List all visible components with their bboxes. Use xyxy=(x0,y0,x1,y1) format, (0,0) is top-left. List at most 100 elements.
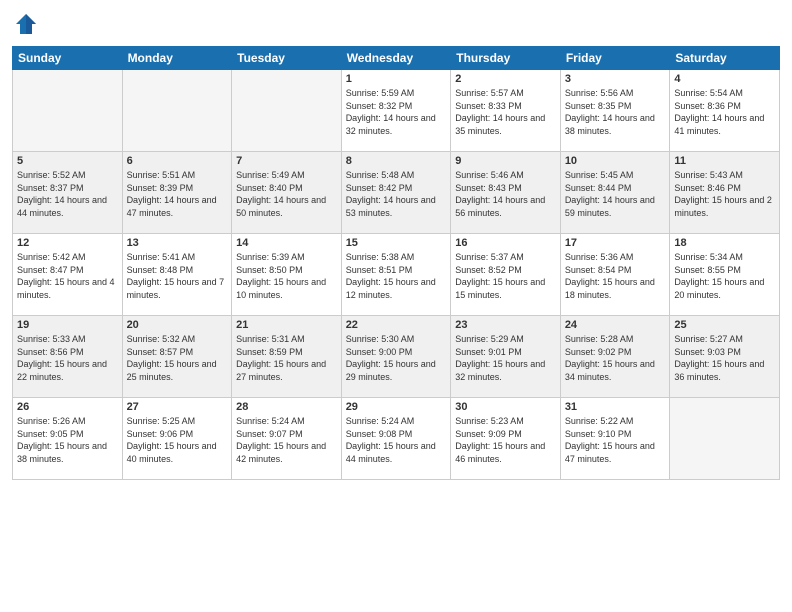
day-number: 31 xyxy=(565,401,666,413)
calendar-week-2: 5 Sunrise: 5:52 AM Sunset: 8:37 PM Daylig… xyxy=(13,152,780,234)
calendar-week-3: 12 Sunrise: 5:42 AM Sunset: 8:47 PM Dayli… xyxy=(13,234,780,316)
calendar-cell: 4 Sunrise: 5:54 AM Sunset: 8:36 PM Daylig… xyxy=(670,70,780,152)
cell-text: Sunrise: 5:32 AM Sunset: 8:57 PM Dayligh… xyxy=(127,333,228,383)
cell-text: Sunrise: 5:33 AM Sunset: 8:56 PM Dayligh… xyxy=(17,333,118,383)
calendar-week-5: 26 Sunrise: 5:26 AM Sunset: 9:05 PM Dayli… xyxy=(13,398,780,480)
calendar-cell: 24 Sunrise: 5:28 AM Sunset: 9:02 PM Dayli… xyxy=(560,316,670,398)
cell-text: Sunrise: 5:39 AM Sunset: 8:50 PM Dayligh… xyxy=(236,251,337,301)
day-number: 14 xyxy=(236,237,337,249)
cell-text: Sunrise: 5:45 AM Sunset: 8:44 PM Dayligh… xyxy=(565,169,666,219)
logo-icon xyxy=(12,10,40,38)
calendar-cell: 20 Sunrise: 5:32 AM Sunset: 8:57 PM Dayli… xyxy=(122,316,232,398)
cell-text: Sunrise: 5:54 AM Sunset: 8:36 PM Dayligh… xyxy=(674,87,775,137)
day-number: 30 xyxy=(455,401,556,413)
calendar-cell: 25 Sunrise: 5:27 AM Sunset: 9:03 PM Dayli… xyxy=(670,316,780,398)
calendar-header-monday: Monday xyxy=(122,47,232,70)
calendar-header-tuesday: Tuesday xyxy=(232,47,342,70)
calendar-header-wednesday: Wednesday xyxy=(341,47,451,70)
cell-text: Sunrise: 5:27 AM Sunset: 9:03 PM Dayligh… xyxy=(674,333,775,383)
day-number: 16 xyxy=(455,237,556,249)
cell-text: Sunrise: 5:24 AM Sunset: 9:07 PM Dayligh… xyxy=(236,415,337,465)
day-number: 7 xyxy=(236,155,337,167)
day-number: 1 xyxy=(346,73,447,85)
calendar-cell: 17 Sunrise: 5:36 AM Sunset: 8:54 PM Dayli… xyxy=(560,234,670,316)
cell-text: Sunrise: 5:46 AM Sunset: 8:43 PM Dayligh… xyxy=(455,169,556,219)
cell-text: Sunrise: 5:48 AM Sunset: 8:42 PM Dayligh… xyxy=(346,169,447,219)
calendar-cell: 2Sunrise: 5:57 AM Sunset: 8:33 PM Daylig… xyxy=(451,70,561,152)
day-number: 19 xyxy=(17,319,118,331)
cell-text: Sunrise: 5:43 AM Sunset: 8:46 PM Dayligh… xyxy=(674,169,775,219)
day-number: 15 xyxy=(346,237,447,249)
day-number: 4 xyxy=(674,73,775,85)
cell-text: Sunrise: 5:29 AM Sunset: 9:01 PM Dayligh… xyxy=(455,333,556,383)
cell-text: Sunrise: 5:28 AM Sunset: 9:02 PM Dayligh… xyxy=(565,333,666,383)
day-number: 12 xyxy=(17,237,118,249)
calendar-cell: 21Sunrise: 5:31 AM Sunset: 8:59 PM Dayli… xyxy=(232,316,342,398)
day-number: 3 xyxy=(565,73,666,85)
day-number: 17 xyxy=(565,237,666,249)
calendar-cell xyxy=(13,70,123,152)
cell-text: Sunrise: 5:26 AM Sunset: 9:05 PM Dayligh… xyxy=(17,415,118,465)
cell-text: Sunrise: 5:31 AM Sunset: 8:59 PM Dayligh… xyxy=(236,333,337,383)
calendar-cell: 16 Sunrise: 5:37 AM Sunset: 8:52 PM Dayli… xyxy=(451,234,561,316)
calendar-cell: 7Sunrise: 5:49 AM Sunset: 8:40 PM Daylig… xyxy=(232,152,342,234)
cell-text: Sunrise: 5:36 AM Sunset: 8:54 PM Dayligh… xyxy=(565,251,666,301)
day-number: 20 xyxy=(127,319,228,331)
header xyxy=(12,10,780,38)
cell-text: Sunrise: 5:56 AM Sunset: 8:35 PM Dayligh… xyxy=(565,87,666,137)
cell-text: Sunrise: 5:42 AM Sunset: 8:47 PM Dayligh… xyxy=(17,251,118,301)
calendar-week-4: 19 Sunrise: 5:33 AM Sunset: 8:56 PM Dayli… xyxy=(13,316,780,398)
calendar-cell: 18Sunrise: 5:34 AM Sunset: 8:55 PM Dayli… xyxy=(670,234,780,316)
calendar-cell: 5 Sunrise: 5:52 AM Sunset: 8:37 PM Daylig… xyxy=(13,152,123,234)
calendar-cell: 6Sunrise: 5:51 AM Sunset: 8:39 PM Daylig… xyxy=(122,152,232,234)
page: SundayMondayTuesdayWednesdayThursdayFrid… xyxy=(0,0,792,612)
cell-text: Sunrise: 5:37 AM Sunset: 8:52 PM Dayligh… xyxy=(455,251,556,301)
calendar-cell: 31 Sunrise: 5:22 AM Sunset: 9:10 PM Dayli… xyxy=(560,398,670,480)
calendar-header-saturday: Saturday xyxy=(670,47,780,70)
calendar-header-row: SundayMondayTuesdayWednesdayThursdayFrid… xyxy=(13,47,780,70)
cell-text: Sunrise: 5:41 AM Sunset: 8:48 PM Dayligh… xyxy=(127,251,228,301)
calendar-cell: 9Sunrise: 5:46 AM Sunset: 8:43 PM Daylig… xyxy=(451,152,561,234)
day-number: 11 xyxy=(674,155,775,167)
calendar-header-thursday: Thursday xyxy=(451,47,561,70)
calendar-cell: 27Sunrise: 5:25 AM Sunset: 9:06 PM Dayli… xyxy=(122,398,232,480)
calendar-cell: 22Sunrise: 5:30 AM Sunset: 9:00 PM Dayli… xyxy=(341,316,451,398)
day-number: 8 xyxy=(346,155,447,167)
day-number: 23 xyxy=(455,319,556,331)
day-number: 26 xyxy=(17,401,118,413)
day-number: 18 xyxy=(674,237,775,249)
calendar-cell: 12 Sunrise: 5:42 AM Sunset: 8:47 PM Dayli… xyxy=(13,234,123,316)
calendar-cell: 23 Sunrise: 5:29 AM Sunset: 9:01 PM Dayli… xyxy=(451,316,561,398)
cell-text: Sunrise: 5:23 AM Sunset: 9:09 PM Dayligh… xyxy=(455,415,556,465)
day-number: 13 xyxy=(127,237,228,249)
cell-text: Sunrise: 5:38 AM Sunset: 8:51 PM Dayligh… xyxy=(346,251,447,301)
day-number: 28 xyxy=(236,401,337,413)
calendar-cell: 3 Sunrise: 5:56 AM Sunset: 8:35 PM Daylig… xyxy=(560,70,670,152)
day-number: 24 xyxy=(565,319,666,331)
day-number: 27 xyxy=(127,401,228,413)
calendar-cell: 26 Sunrise: 5:26 AM Sunset: 9:05 PM Dayli… xyxy=(13,398,123,480)
day-number: 25 xyxy=(674,319,775,331)
calendar-cell xyxy=(122,70,232,152)
cell-text: Sunrise: 5:57 AM Sunset: 8:33 PM Dayligh… xyxy=(455,87,556,137)
day-number: 10 xyxy=(565,155,666,167)
day-number: 5 xyxy=(17,155,118,167)
calendar-week-1: 1Sunrise: 5:59 AM Sunset: 8:32 PM Daylig… xyxy=(13,70,780,152)
calendar-table: SundayMondayTuesdayWednesdayThursdayFrid… xyxy=(12,46,780,480)
calendar-cell xyxy=(232,70,342,152)
calendar-cell: 8 Sunrise: 5:48 AM Sunset: 8:42 PM Daylig… xyxy=(341,152,451,234)
calendar-cell: 29Sunrise: 5:24 AM Sunset: 9:08 PM Dayli… xyxy=(341,398,451,480)
calendar-cell: 13 Sunrise: 5:41 AM Sunset: 8:48 PM Dayli… xyxy=(122,234,232,316)
calendar-cell: 30 Sunrise: 5:23 AM Sunset: 9:09 PM Dayli… xyxy=(451,398,561,480)
cell-text: Sunrise: 5:24 AM Sunset: 9:08 PM Dayligh… xyxy=(346,415,447,465)
calendar-cell: 1Sunrise: 5:59 AM Sunset: 8:32 PM Daylig… xyxy=(341,70,451,152)
cell-text: Sunrise: 5:22 AM Sunset: 9:10 PM Dayligh… xyxy=(565,415,666,465)
cell-text: Sunrise: 5:52 AM Sunset: 8:37 PM Dayligh… xyxy=(17,169,118,219)
calendar-cell: 19 Sunrise: 5:33 AM Sunset: 8:56 PM Dayli… xyxy=(13,316,123,398)
calendar-header-sunday: Sunday xyxy=(13,47,123,70)
cell-text: Sunrise: 5:30 AM Sunset: 9:00 PM Dayligh… xyxy=(346,333,447,383)
cell-text: Sunrise: 5:51 AM Sunset: 8:39 PM Dayligh… xyxy=(127,169,228,219)
calendar-cell xyxy=(670,398,780,480)
calendar-cell: 11 Sunrise: 5:43 AM Sunset: 8:46 PM Dayli… xyxy=(670,152,780,234)
calendar-header-friday: Friday xyxy=(560,47,670,70)
